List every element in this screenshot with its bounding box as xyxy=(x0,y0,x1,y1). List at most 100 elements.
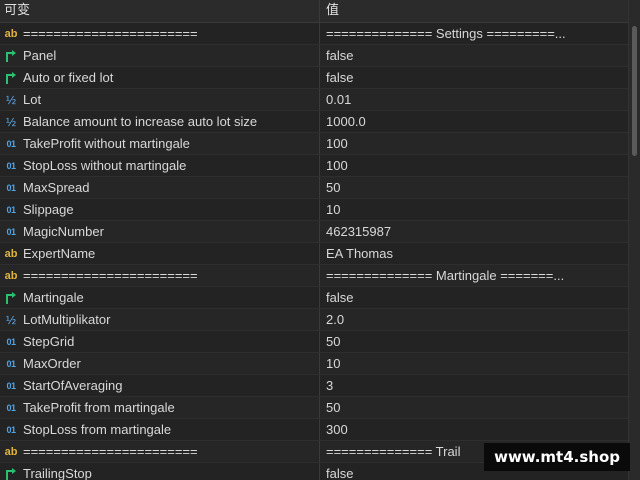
parameter-name: ExpertName xyxy=(23,246,96,261)
parameter-value-cell[interactable]: 2.0 xyxy=(320,309,628,330)
parameter-value-cell[interactable]: 462315987 xyxy=(320,221,628,242)
parameter-value-cell[interactable]: 50 xyxy=(320,177,628,198)
parameter-name: ======================= xyxy=(23,26,198,41)
parameter-name: StartOfAveraging xyxy=(23,378,123,393)
parameter-value-cell[interactable]: ============== Martingale =======... xyxy=(320,265,628,286)
integer-type-icon: 01 xyxy=(6,424,16,435)
parameter-value-cell[interactable]: EA Thomas xyxy=(320,243,628,264)
integer-type-icon: 01 xyxy=(6,182,16,193)
parameter-value-cell[interactable]: 100 xyxy=(320,133,628,154)
parameter-name-cell: Auto or fixed lot xyxy=(0,67,320,88)
table-row[interactable]: ½ LotMultiplikator 2.0 xyxy=(0,309,628,331)
parameter-value-cell[interactable]: 0.01 xyxy=(320,89,628,110)
string-type-icon: ab xyxy=(4,445,18,458)
parameter-name-cell: 01 MagicNumber xyxy=(0,221,320,242)
vertical-scrollbar[interactable] xyxy=(628,0,640,480)
parameter-value-cell[interactable]: false xyxy=(320,45,628,66)
parameter-name: TrailingStop xyxy=(23,466,92,480)
parameter-value-cell[interactable]: 3 xyxy=(320,375,628,396)
table-row[interactable]: 01 TakeProfit from martingale 50 xyxy=(0,397,628,419)
parameter-value-cell[interactable]: false xyxy=(320,287,628,308)
parameter-value-cell[interactable]: false xyxy=(320,67,628,88)
parameter-name: MaxSpread xyxy=(23,180,90,195)
parameter-name: MagicNumber xyxy=(23,224,104,239)
parameter-name-cell: ab ======================= xyxy=(0,265,320,286)
parameter-value-cell[interactable]: 100 xyxy=(320,155,628,176)
parameter-name: StopLoss from martingale xyxy=(23,422,172,437)
table-row[interactable]: ab ======================= ============== … xyxy=(0,23,628,45)
parameter-name: Balance amount to increase auto lot size xyxy=(23,114,258,129)
parameter-value-cell[interactable]: 10 xyxy=(320,353,628,374)
table-row[interactable]: ab ExpertName EA Thomas xyxy=(0,243,628,265)
parameter-value-cell[interactable]: 10 xyxy=(320,199,628,220)
parameter-name: Auto or fixed lot xyxy=(23,70,114,85)
table-row[interactable]: 01 TakeProfit without martingale 100 xyxy=(0,133,628,155)
parameter-name: Slippage xyxy=(23,202,74,217)
parameter-name-cell: 01 StartOfAveraging xyxy=(0,375,320,396)
watermark-label: www.mt4.shop xyxy=(484,443,630,471)
table-row[interactable]: 01 MaxSpread 50 xyxy=(0,177,628,199)
integer-type-icon: 01 xyxy=(6,358,16,369)
parameter-name: MaxOrder xyxy=(23,356,81,371)
table-row[interactable]: ½ Balance amount to increase auto lot siz… xyxy=(0,111,628,133)
value-column-header[interactable]: 值 xyxy=(320,0,628,22)
parameter-name-cell: 01 Slippage xyxy=(0,199,320,220)
parameter-name: Panel xyxy=(23,48,57,63)
table-row[interactable]: 01 StopLoss from martingale 300 xyxy=(0,419,628,441)
parameter-name-cell: ½ Lot xyxy=(0,89,320,110)
parameters-table: ab ======================= ============== … xyxy=(0,23,628,480)
integer-type-icon: 01 xyxy=(6,160,16,171)
string-type-icon: ab xyxy=(4,27,18,40)
parameter-name-cell: 01 StopLoss without martingale xyxy=(0,155,320,176)
table-row[interactable]: 01 StepGrid 50 xyxy=(0,331,628,353)
inputs-panel: 可变 值 ab ======================= ==========… xyxy=(0,0,640,480)
parameter-value-cell[interactable]: 50 xyxy=(320,397,628,418)
parameter-name-cell: 01 TakeProfit without martingale xyxy=(0,133,320,154)
parameter-name: TakeProfit without martingale xyxy=(23,136,190,151)
parameter-name-cell: ½ LotMultiplikator xyxy=(0,309,320,330)
table-row[interactable]: ab ======================= ============== … xyxy=(0,265,628,287)
string-type-icon: ab xyxy=(4,269,18,282)
parameter-name-cell: 01 MaxOrder xyxy=(0,353,320,374)
integer-type-icon: 01 xyxy=(6,204,16,215)
parameter-name-cell: 01 MaxSpread xyxy=(0,177,320,198)
table-row[interactable]: Auto or fixed lot false xyxy=(0,67,628,89)
table-row[interactable]: 01 StopLoss without martingale 100 xyxy=(0,155,628,177)
parameter-name-cell: Martingale xyxy=(0,287,320,308)
double-type-icon: ½ xyxy=(5,92,16,107)
parameter-name: Martingale xyxy=(23,290,84,305)
table-row[interactable]: Martingale false xyxy=(0,287,628,309)
parameter-name-cell: 01 StopLoss from martingale xyxy=(0,419,320,440)
parameter-name: StopLoss without martingale xyxy=(23,158,187,173)
table-row[interactable]: 01 MagicNumber 462315987 xyxy=(0,221,628,243)
boolean-type-icon xyxy=(4,291,18,305)
parameter-name: LotMultiplikator xyxy=(23,312,111,327)
parameter-value-cell[interactable]: 1000.0 xyxy=(320,111,628,132)
parameter-name: ======================= xyxy=(23,268,198,283)
scrollbar-thumb[interactable] xyxy=(632,26,637,156)
parameter-name: Lot xyxy=(23,92,42,107)
variable-column-header[interactable]: 可变 xyxy=(0,0,320,22)
boolean-type-icon xyxy=(4,71,18,85)
string-type-icon: ab xyxy=(4,247,18,260)
boolean-type-icon xyxy=(4,49,18,63)
parameter-name-cell: 01 TakeProfit from martingale xyxy=(0,397,320,418)
parameter-name: TakeProfit from martingale xyxy=(23,400,175,415)
parameter-name-cell: TrailingStop xyxy=(0,463,320,480)
table-row[interactable]: ½ Lot 0.01 xyxy=(0,89,628,111)
parameter-name-cell: ab ======================= xyxy=(0,441,320,462)
table-row[interactable]: Panel false xyxy=(0,45,628,67)
table-row[interactable]: 01 Slippage 10 xyxy=(0,199,628,221)
table-header: 可变 值 xyxy=(0,0,628,23)
parameter-value-cell[interactable]: ============== Settings =========... xyxy=(320,23,628,44)
double-type-icon: ½ xyxy=(5,114,16,129)
boolean-type-icon xyxy=(4,467,18,480)
parameter-name-cell: ab ======================= xyxy=(0,23,320,44)
parameter-name-cell: 01 StepGrid xyxy=(0,331,320,352)
parameter-value-cell[interactable]: 300 xyxy=(320,419,628,440)
parameter-value-cell[interactable]: 50 xyxy=(320,331,628,352)
parameter-name: ======================= xyxy=(23,444,198,459)
table-row[interactable]: 01 StartOfAveraging 3 xyxy=(0,375,628,397)
parameter-name: StepGrid xyxy=(23,334,75,349)
table-row[interactable]: 01 MaxOrder 10 xyxy=(0,353,628,375)
